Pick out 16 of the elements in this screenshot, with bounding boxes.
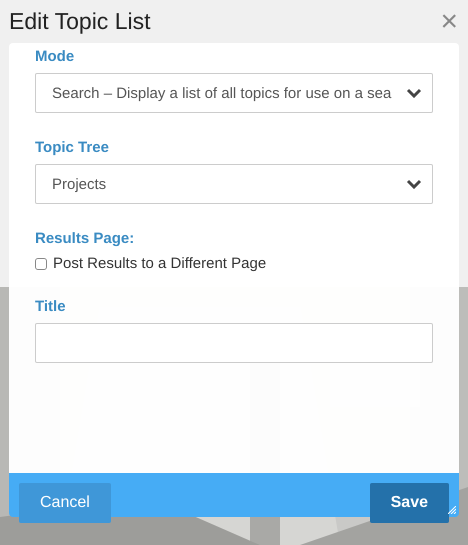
checkbox[interactable] <box>35 258 47 270</box>
field-label: Title <box>35 298 67 315</box>
field-label: Mode <box>35 48 76 65</box>
cancel-button[interactable]: Cancel <box>19 483 111 523</box>
select-field[interactable]: Search – Display a list of all topics for use on a sea <box>35 73 433 113</box>
dialog-title: Edit Topic List <box>9 8 150 35</box>
field-label: Results Page: <box>35 230 136 247</box>
chevron-down-icon <box>406 178 422 190</box>
resize-grip-icon[interactable] <box>448 506 456 514</box>
chevron-down-icon <box>406 87 422 99</box>
input-field[interactable] <box>35 323 433 363</box>
save-button[interactable]: Save <box>370 483 449 523</box>
close-button[interactable]: × <box>440 6 458 36</box>
field-label: Topic Tree <box>35 139 110 156</box>
select-field[interactable]: Projects <box>35 164 433 204</box>
checkbox-label: Post Results to a Different Page <box>53 255 266 272</box>
